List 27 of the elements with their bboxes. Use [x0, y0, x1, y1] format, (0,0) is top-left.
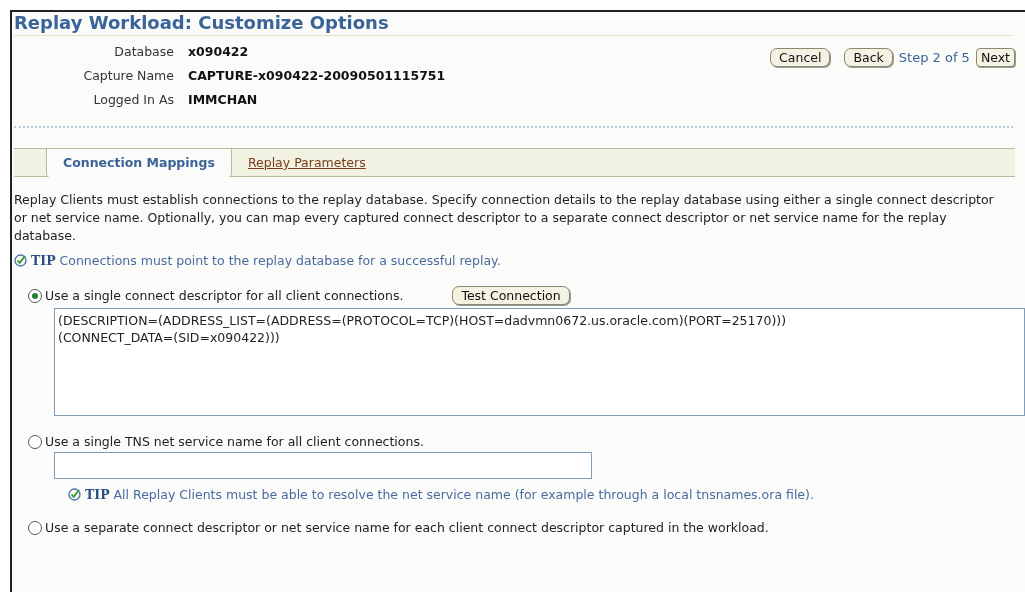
option-label: Use a separate connect descriptor or net service name for each client connect descriptor captured in the workload.	[45, 520, 769, 535]
intro-text: Replay Clients must establish connections to the replay database. Specify connection details to the replay database using either a single connect descriptor or net service name. Optionally, you can map every captured connect descriptor to a separate connect descriptor or net service name for the replay database.	[14, 191, 995, 245]
tab[interactable]: Replay Parameters	[231, 149, 382, 176]
radio-button[interactable]	[28, 288, 42, 303]
info-label: Capture Name	[82, 67, 174, 85]
info-label: Database	[113, 43, 174, 61]
step-indicator: Step 2 of 5	[898, 49, 970, 65]
tab[interactable]: Connection Mappings	[46, 149, 232, 177]
test-connection-button[interactable]: Test Connection	[452, 286, 570, 305]
info-value: CAPTURE-x090422-20090501115751	[188, 67, 446, 85]
option-label: Use a single connect descriptor for all client connections.	[45, 288, 404, 303]
radio-button[interactable]	[28, 434, 42, 449]
page-title: Replay Workload: Customize Options	[14, 12, 1013, 36]
info-label: Logged In As	[92, 91, 174, 109]
descriptor-field[interactable]: (DESCRIPTION=(ADDRESS_LIST=(ADDRESS=(PROTOCOL=TCP)(HOST=dadvmn0672.us.oracle.com)(PORT=25170))) (CONNECT_DATA=(SID=x090422)))	[54, 308, 1025, 416]
info-value: x090422	[188, 43, 250, 61]
cancel-button[interactable]: Cancel	[770, 47, 831, 67]
back-button[interactable]: Back	[844, 47, 893, 67]
radio-button[interactable]	[28, 520, 42, 535]
option-label: Use a single TNS net service name for all client connections.	[45, 434, 424, 449]
service-name-field[interactable]	[54, 452, 592, 479]
tip-text: TIP All Replay Clients must be able to resolve the net service name (for example through a local tnsnames.ora file).	[85, 487, 814, 502]
tip-text: TIP Connections must point to the replay database for a successful replay.	[31, 253, 501, 268]
info-value: IMMCHAN	[188, 91, 259, 109]
check-icon	[14, 254, 27, 267]
next-button[interactable]: Next	[975, 47, 1015, 67]
check-icon	[68, 488, 81, 501]
